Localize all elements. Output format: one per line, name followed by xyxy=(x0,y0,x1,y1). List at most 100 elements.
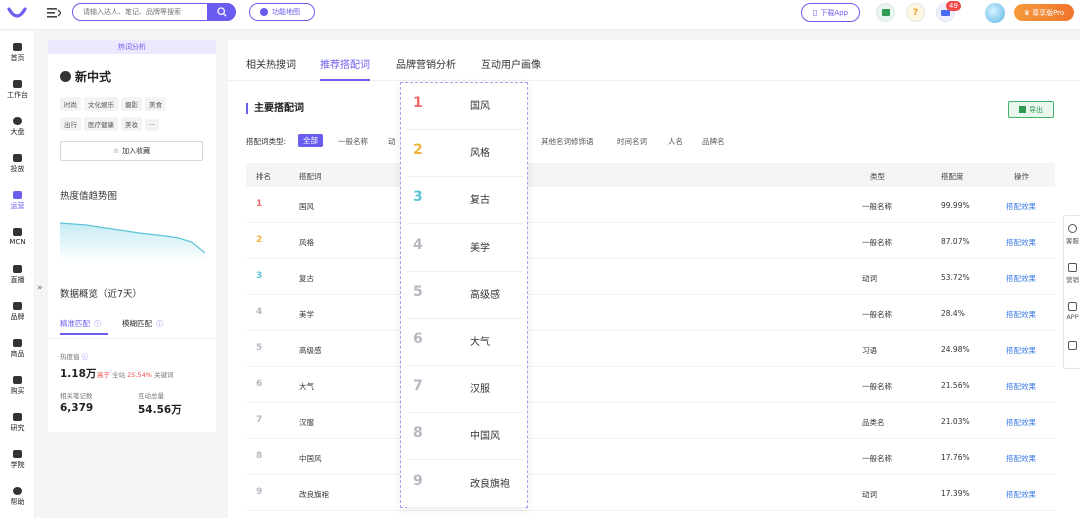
nav-item-12[interactable]: 帮助 xyxy=(0,487,35,507)
match-effect-link[interactable]: 搭配效果 xyxy=(1006,453,1036,464)
heat-note-percent: 25.54% xyxy=(127,371,152,379)
rank-number: 7 xyxy=(256,415,263,425)
download-app-button[interactable]: ▯ 下载App xyxy=(801,3,860,22)
briefcase-icon[interactable] xyxy=(876,3,895,22)
expand-panel-icon[interactable]: » xyxy=(37,283,43,293)
pro-upgrade-button[interactable]: ♛ 尊享版Pro xyxy=(1014,4,1074,21)
popup-rank: 6 xyxy=(413,331,423,347)
match-effect-link[interactable]: 搭配效果 xyxy=(1006,489,1036,500)
nav-item-10[interactable]: 研究 xyxy=(0,413,35,433)
page: 功能地图 ▯ 下载App ? 49 ♛ 尊享版Pro 首页工作台大盘投放运营 MC… xyxy=(0,0,1080,518)
logo-icon[interactable] xyxy=(6,5,28,21)
nav-item-label: MCN xyxy=(9,238,26,246)
popup-item[interactable]: 4 美学 xyxy=(407,225,523,272)
phone-icon xyxy=(1068,302,1077,311)
match-effect-link[interactable]: 搭配效果 xyxy=(1006,381,1036,392)
interaction-total-label: 互动总量 xyxy=(138,392,164,400)
right-tool-item[interactable] xyxy=(1064,341,1080,352)
category-tags: 时尚 文化娱乐 摄影 美食出行 医疗健康 美妆 ··· xyxy=(60,97,210,137)
feature-map-button[interactable]: 功能地图 xyxy=(249,3,315,21)
tab-related-hot-search[interactable]: 相关热搜词 xyxy=(246,56,296,71)
nav-item-7[interactable]: 品牌 xyxy=(0,302,35,322)
notification-badge: 49 xyxy=(946,1,961,11)
popup-item[interactable]: 3 复古 xyxy=(407,177,523,225)
search-button[interactable] xyxy=(207,3,236,21)
nav-item-1[interactable]: 工作台 xyxy=(0,80,35,100)
tab-fuzzy-match[interactable]: 模糊匹配 ⓘ xyxy=(122,318,163,329)
tab-brand-marketing[interactable]: 品牌营销分析 xyxy=(396,56,456,71)
filter-brand-name[interactable]: 品牌名 xyxy=(702,136,725,147)
nav-item-0[interactable]: 首页 xyxy=(0,43,35,63)
popup-item[interactable]: 7 汉服 xyxy=(407,366,523,414)
phone-icon: ▯ xyxy=(812,8,818,17)
nav-item-4[interactable]: 运营 xyxy=(0,191,35,211)
category-tag[interactable]: 医疗健康 xyxy=(84,117,118,131)
filter-time-noun[interactable]: 时间名词 xyxy=(617,136,647,147)
word-type: 一般名称 xyxy=(862,382,892,391)
match-score: 24.98% xyxy=(941,345,970,354)
category-tag[interactable]: 美食 xyxy=(145,97,166,111)
popup-item[interactable]: 5 高级感 xyxy=(407,272,523,319)
right-tool-item[interactable]: 客服 xyxy=(1064,224,1080,245)
nav-item-label: 帮助 xyxy=(10,498,25,506)
nav-item-label: 运营 xyxy=(10,202,25,210)
right-tool-item[interactable]: APP xyxy=(1064,302,1080,321)
match-effect-link[interactable]: 搭配效果 xyxy=(1006,237,1036,248)
export-label: 导出 xyxy=(1029,105,1043,114)
popup-word: 中国风 xyxy=(470,431,500,443)
popup-item[interactable]: 9 改良旗袍 xyxy=(407,461,523,508)
word-type: 动词 xyxy=(862,490,877,499)
nav-item-5[interactable]: MCN xyxy=(0,228,35,246)
category-tag[interactable]: 摄影 xyxy=(121,97,142,111)
category-tag[interactable]: ··· xyxy=(145,119,160,131)
nav-item-2[interactable]: 大盘 xyxy=(0,117,35,137)
nav-item-11[interactable]: 学院 xyxy=(0,450,35,470)
tab-recommended-words[interactable]: 推荐搭配词 xyxy=(320,56,370,71)
popup-item[interactable]: 8 中国风 xyxy=(407,413,523,461)
search-box[interactable] xyxy=(72,3,208,21)
keyword-title: 新中式 xyxy=(60,68,111,85)
collocation-word: 美学 xyxy=(299,310,314,319)
popup-item[interactable]: 6 大气 xyxy=(407,319,523,366)
popup-item[interactable]: 1 国风 xyxy=(407,83,523,130)
nav-item-9[interactable]: 购买 xyxy=(0,376,35,396)
filter-other-modifier[interactable]: 其他名词修饰语 xyxy=(541,136,594,147)
export-button[interactable]: 导出 xyxy=(1008,101,1054,118)
tab-user-portrait[interactable]: 互动用户画像 xyxy=(481,56,541,71)
match-effect-link[interactable]: 搭配效果 xyxy=(1006,201,1036,212)
table-header: 排名 搭配词 类型 搭配度 操作 xyxy=(246,163,1055,187)
nav-item-3[interactable]: 投放 xyxy=(0,154,35,174)
filter-all[interactable]: 全部 xyxy=(298,134,323,147)
match-effect-link[interactable]: 搭配效果 xyxy=(1006,309,1036,320)
filter-general-noun[interactable]: 一般名称 xyxy=(338,136,368,147)
nav-item-6[interactable]: 直播 xyxy=(0,265,35,285)
word-type: 一般名称 xyxy=(862,310,892,319)
nav-item-8[interactable]: 商品 xyxy=(0,339,35,359)
col-type: 类型 xyxy=(870,172,885,181)
collocation-word: 大气 xyxy=(299,382,314,391)
search-input[interactable] xyxy=(73,4,208,20)
crown-icon: ♛ xyxy=(1023,8,1031,17)
popup-word: 高级感 xyxy=(470,289,500,301)
right-tool-item[interactable]: 营销 xyxy=(1064,263,1080,284)
chart-icon xyxy=(13,191,22,199)
avatar[interactable] xyxy=(985,3,1005,23)
popup-item[interactable]: 2 风格 xyxy=(407,130,523,178)
help-icon[interactable]: ? xyxy=(906,3,925,22)
match-effect-link[interactable]: 搭配效果 xyxy=(1006,345,1036,356)
video-icon xyxy=(13,265,22,273)
category-tag[interactable]: 美妆 xyxy=(121,117,142,131)
headset-icon xyxy=(1068,224,1077,233)
category-tag[interactable]: 时尚 xyxy=(60,97,81,111)
category-tag[interactable]: 文化娱乐 xyxy=(84,97,118,111)
add-favorite-button[interactable]: ☆ 加入收藏 xyxy=(60,141,203,161)
match-effect-link[interactable]: 搭配效果 xyxy=(1006,417,1036,428)
tab-exact-match[interactable]: 精准匹配 ⓘ xyxy=(60,318,101,329)
main-tabs: 相关热搜词 推荐搭配词 品牌营销分析 互动用户画像 xyxy=(228,40,1080,81)
table-row: 3 复古 动词 53.72% 搭配效果 xyxy=(246,259,1055,295)
match-effect-link[interactable]: 搭配效果 xyxy=(1006,273,1036,284)
filter-verb[interactable]: 动 xyxy=(388,136,396,147)
category-tag[interactable]: 出行 xyxy=(60,117,81,131)
filter-person-name[interactable]: 人名 xyxy=(668,136,683,147)
menu-toggle-icon[interactable] xyxy=(47,7,61,19)
